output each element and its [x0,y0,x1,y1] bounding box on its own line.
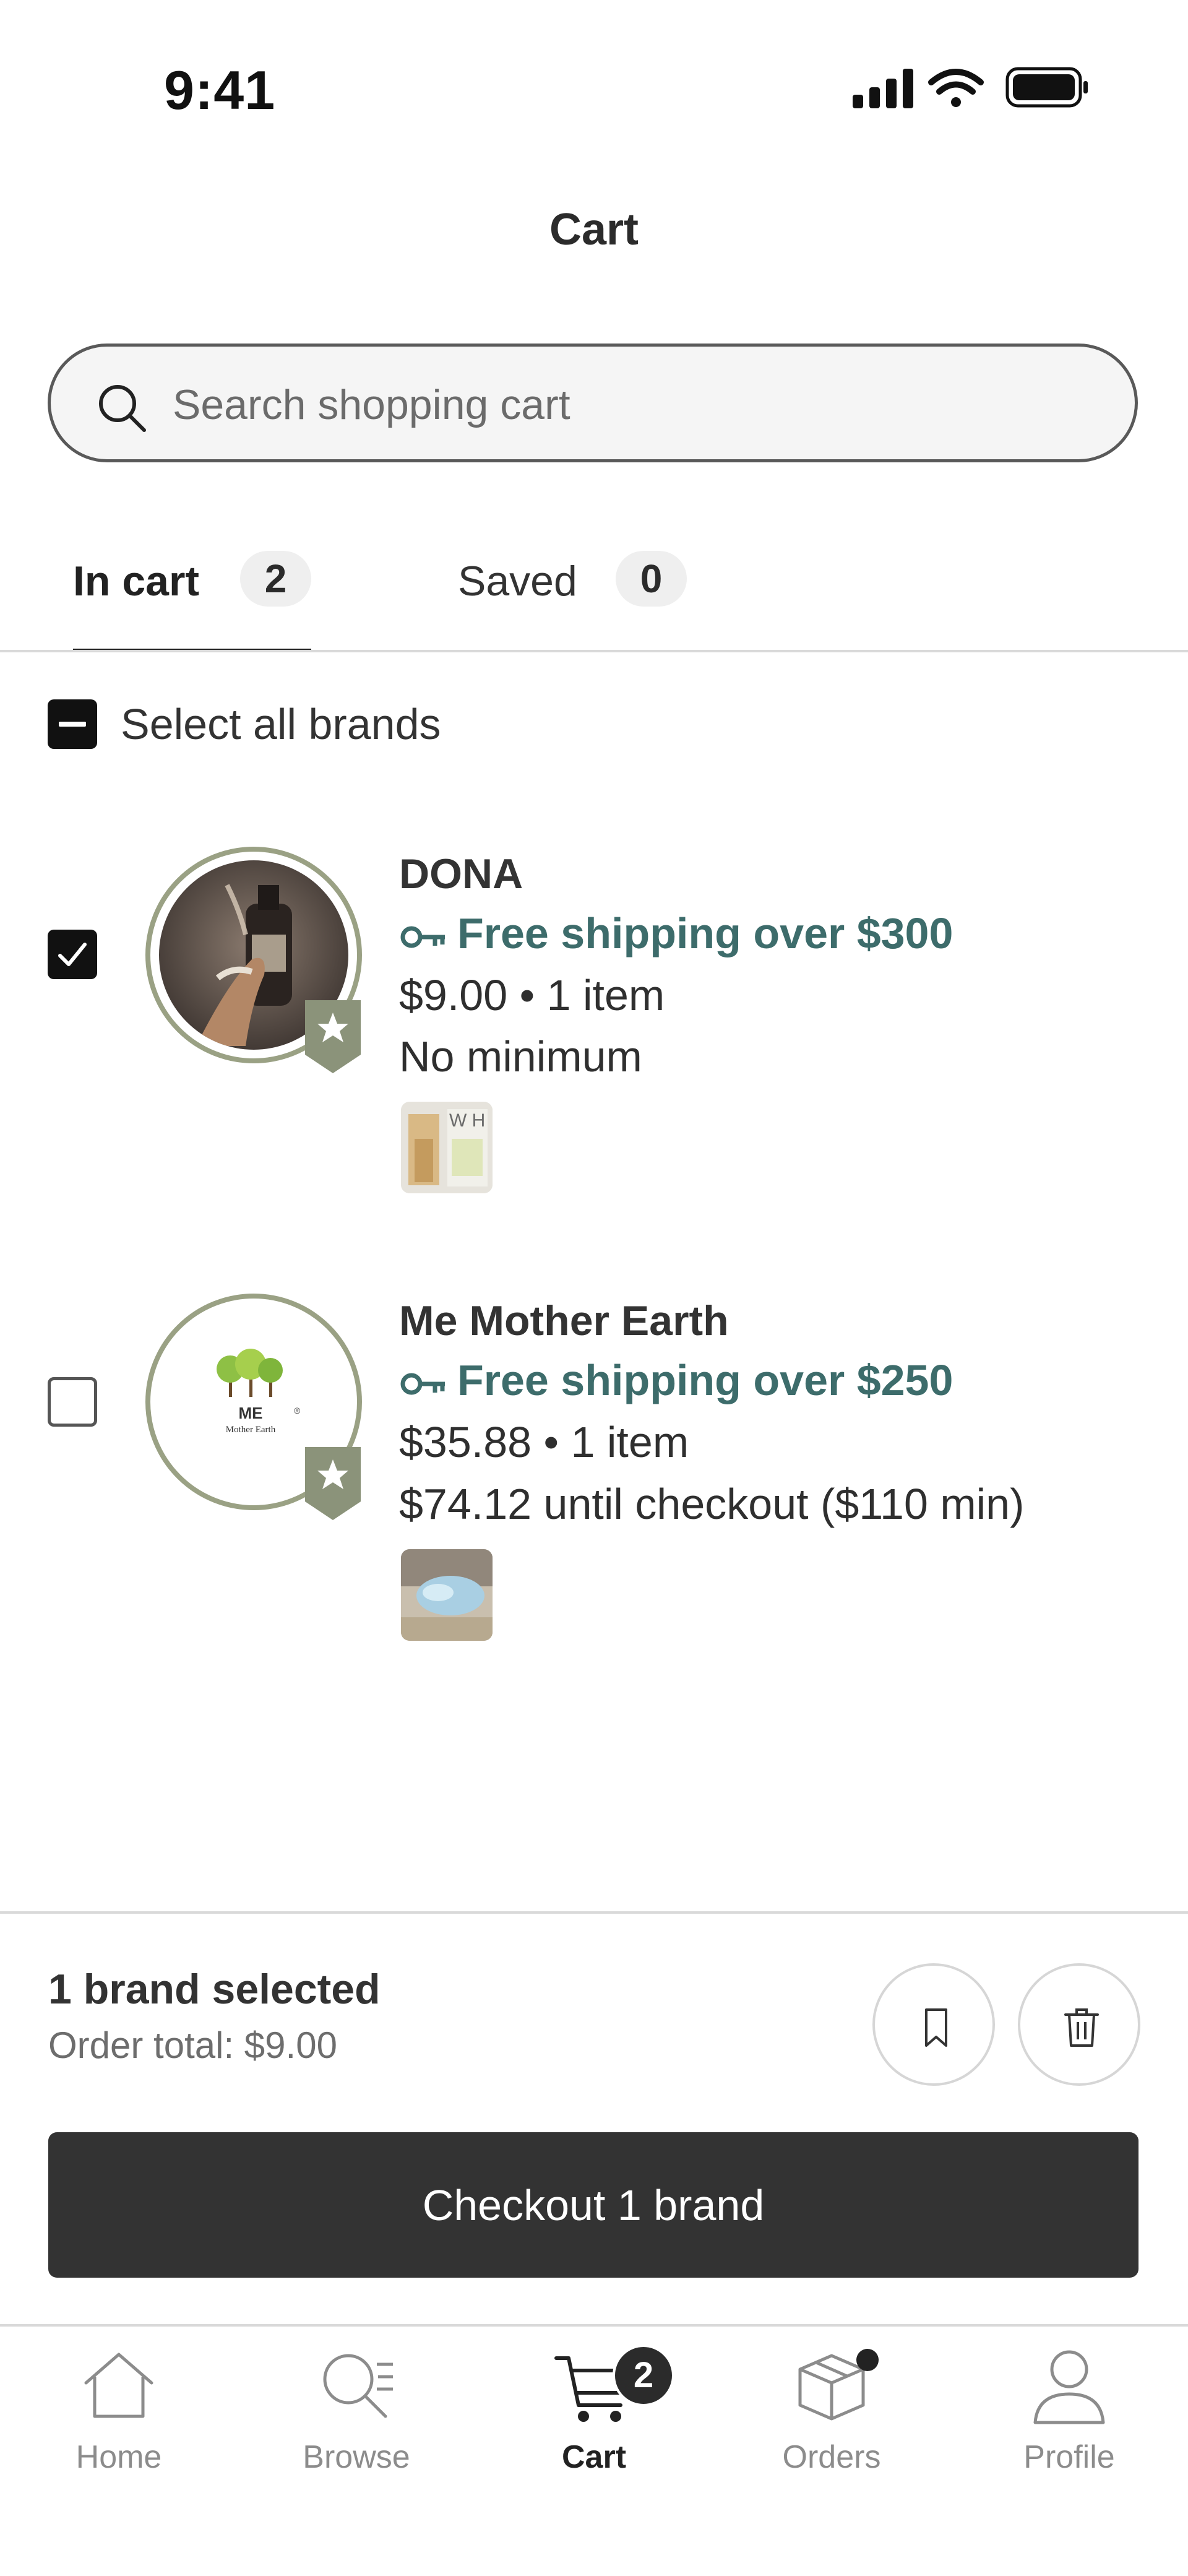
divider [0,650,1188,652]
brand-minimum: No minimum [399,1032,642,1081]
nav-label: Profile [1023,2439,1115,2475]
product-thumbnail[interactable] [401,1549,493,1641]
nav-item-cart[interactable]: 2 Cart [475,2345,713,2482]
nav-label: Home [75,2439,162,2475]
select-all-checkbox[interactable] [48,699,97,749]
brand-avatar-me-mother-earth[interactable]: ME Mother Earth ® [145,1294,362,1520]
divider [0,1911,1188,1914]
checkout-button[interactable]: Checkout 1 brand [48,2132,1138,2278]
status-time: 9:41 [164,59,276,121]
verified-brand-badge-icon [305,1447,361,1520]
nav-item-profile[interactable]: Profile [950,2346,1188,2482]
svg-text:W H: W H [449,1110,485,1131]
battery-icon [1005,67,1088,108]
free-shipping-info: Free shipping over $250 [399,1355,953,1405]
key-icon [400,1373,445,1395]
svg-text:ME: ME [239,1404,263,1422]
free-shipping-text: Free shipping over $250 [457,1356,953,1404]
tab-label: Saved [458,558,577,605]
brand-checkbox-dona[interactable] [48,930,97,979]
brand-avatar-dona[interactable] [145,847,362,1073]
selected-brands-count: 1 brand selected [48,1966,381,2013]
tab-saved[interactable]: Saved 0 [458,551,705,650]
profile-icon [1033,2350,1105,2424]
browse-icon [323,2354,393,2418]
free-shipping-info: Free shipping over $300 [399,909,953,958]
tab-count-badge: 2 [240,551,311,607]
svg-text:®: ® [294,1406,301,1416]
product-thumbnail[interactable]: W H [401,1102,493,1193]
nav-item-orders[interactable]: Orders [713,2346,950,2482]
delete-button[interactable] [1018,1963,1140,2086]
nav-label: Browse [303,2439,410,2475]
key-icon [400,926,445,948]
cart-count-badge: 2 [613,2345,674,2406]
status-icons [851,65,1089,111]
bookmark-icon [925,2008,947,2047]
tab-in-cart[interactable]: In cart 2 [73,551,311,652]
search-icon [99,385,146,432]
tab-label: In cart [73,558,200,605]
nav-label: Cart [561,2439,627,2475]
checkmark-icon [58,943,87,966]
save-for-later-button[interactable] [872,1963,995,2086]
brand-minimum: $74.12 until checkout ($110 min) [399,1480,1025,1528]
trash-icon [1064,2008,1099,2047]
nav-item-browse[interactable]: Browse [238,2346,475,2482]
brand-name[interactable]: DONA [399,850,523,898]
brand-name[interactable]: Me Mother Earth [399,1297,729,1345]
search-bar[interactable] [48,344,1138,462]
search-input[interactable] [171,371,1102,438]
home-icon [84,2353,153,2418]
svg-text:Mother Earth: Mother Earth [226,1425,276,1435]
brand-checkbox-me-mother-earth[interactable] [48,1377,97,1427]
verified-brand-badge-icon [305,1000,361,1073]
cellular-signal-icon [853,69,913,108]
wifi-icon [928,69,984,107]
nav-label: Orders [782,2439,881,2475]
page-title: Cart [549,205,639,254]
brand-price-items: $35.88 • 1 item [399,1418,689,1466]
nav-item-home[interactable]: Home [0,2346,238,2482]
tab-count-badge: 0 [616,551,687,607]
divider [0,2324,1188,2327]
free-shipping-text: Free shipping over $300 [457,909,953,957]
brand-price-items: $9.00 • 1 item [399,971,665,1019]
select-all-label: Select all brands [121,700,441,748]
order-total: Order total: $9.00 [48,2025,337,2066]
notification-dot [856,2349,879,2371]
